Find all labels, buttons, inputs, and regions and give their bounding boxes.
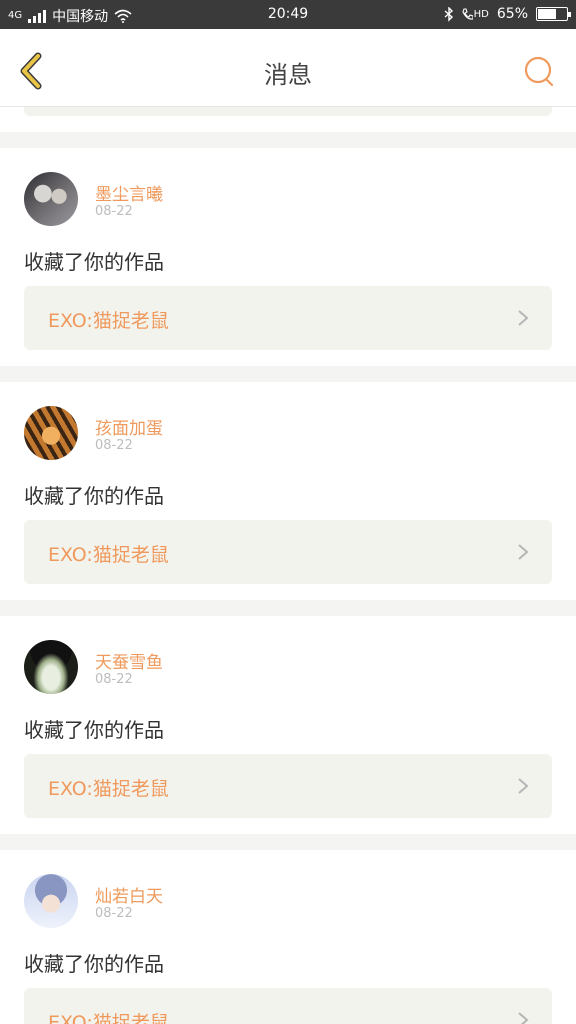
battery-icon — [536, 7, 571, 21]
previous-card-peek — [0, 107, 576, 132]
message-card: 墨尘言曦 08-22 收藏了你的作品 EXO:猫捉老鼠 — [0, 148, 576, 366]
avatar[interactable] — [24, 406, 78, 460]
message-date: 08-22 — [95, 906, 133, 921]
chevron-right-icon — [518, 778, 529, 794]
avatar[interactable] — [24, 640, 78, 694]
work-link[interactable]: EXO:猫捉老鼠 — [24, 286, 552, 350]
previous-work-link[interactable] — [24, 107, 552, 116]
avatar[interactable] — [24, 874, 78, 928]
work-title: EXO:猫捉老鼠 — [48, 544, 169, 566]
work-link[interactable]: EXO:猫捉老鼠 — [24, 988, 552, 1024]
message-card: 灿若白天 08-22 收藏了你的作品 EXO:猫捉老鼠 — [0, 850, 576, 1024]
status-bar: 4G 中国移动 20:49 HD 65% — [0, 0, 576, 29]
message-card: 孩面加蛋 08-22 收藏了你的作品 EXO:猫捉老鼠 — [0, 382, 576, 600]
work-title: EXO:猫捉老鼠 — [48, 778, 169, 800]
message-action: 收藏了你的作品 — [24, 250, 164, 274]
navigation-bar: 消息 — [0, 29, 576, 107]
username[interactable]: 灿若白天 — [95, 882, 163, 907]
message-action: 收藏了你的作品 — [24, 952, 164, 976]
username[interactable]: 墨尘言曦 — [95, 180, 163, 205]
chevron-right-icon — [518, 1012, 529, 1024]
search-icon[interactable] — [522, 55, 556, 89]
chevron-right-icon — [518, 310, 529, 326]
username[interactable]: 天蚕雪鱼 — [95, 648, 163, 673]
message-card: 天蚕雪鱼 08-22 收藏了你的作品 EXO:猫捉老鼠 — [0, 616, 576, 834]
hd-label: HD — [473, 8, 489, 20]
work-link[interactable]: EXO:猫捉老鼠 — [24, 754, 552, 818]
work-link[interactable]: EXO:猫捉老鼠 — [24, 520, 552, 584]
hd-call-icon: HD — [462, 7, 489, 21]
message-date: 08-22 — [95, 438, 133, 453]
message-date: 08-22 — [95, 204, 133, 219]
battery-level-fill — [538, 9, 556, 19]
page-title: 消息 — [264, 61, 312, 89]
message-date: 08-22 — [95, 672, 133, 687]
avatar[interactable] — [24, 172, 78, 226]
username[interactable]: 孩面加蛋 — [95, 414, 163, 439]
message-action: 收藏了你的作品 — [24, 718, 164, 742]
chevron-right-icon — [518, 544, 529, 560]
bluetooth-icon — [444, 6, 453, 22]
work-title: EXO:猫捉老鼠 — [48, 310, 169, 332]
battery-percent: 65% — [496, 6, 528, 22]
work-title: EXO:猫捉老鼠 — [48, 1012, 169, 1024]
message-action: 收藏了你的作品 — [24, 484, 164, 508]
